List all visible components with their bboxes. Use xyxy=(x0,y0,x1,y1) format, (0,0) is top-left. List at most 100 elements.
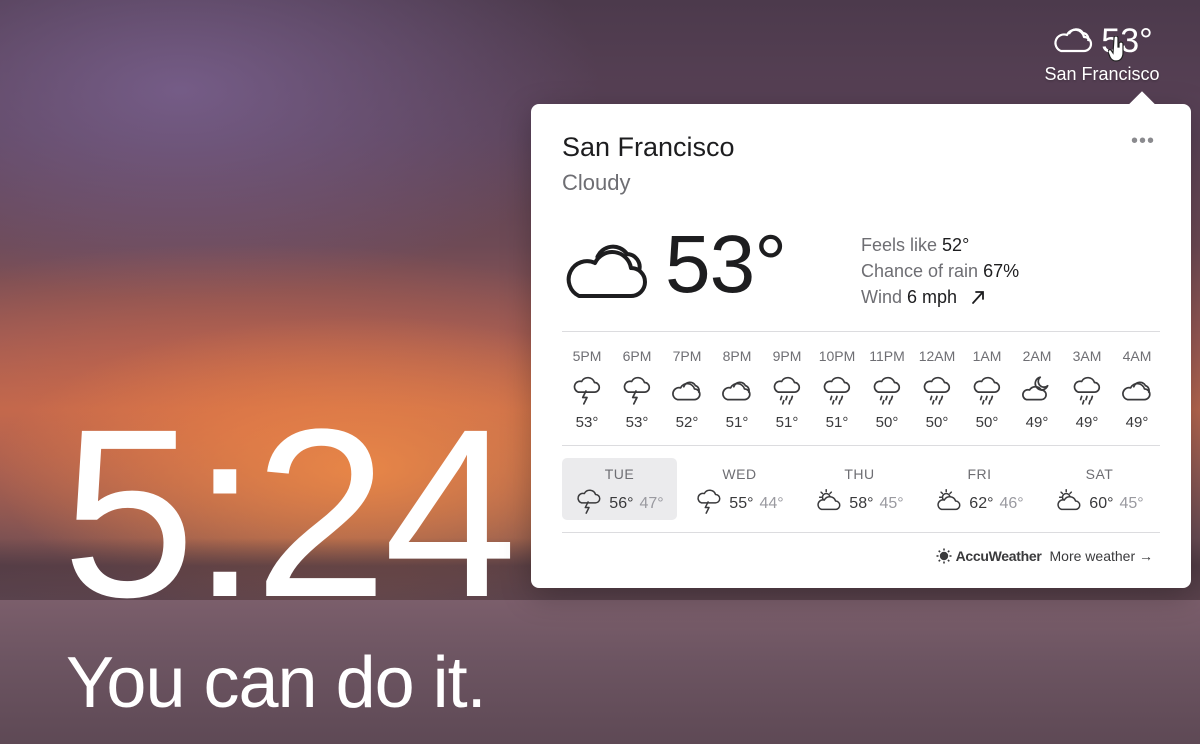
weather-popup: San Francisco Cloudy ••• 53° Feels like … xyxy=(531,91,1191,588)
day-fri[interactable]: FRI 62° 46° xyxy=(922,458,1037,520)
hour-temperature: 49° xyxy=(1125,414,1149,431)
day-low: 45° xyxy=(879,494,904,512)
daily-forecast: TUE 56° 47° WED 55° 44° THU 58° 45° FRI 62° 46° SAT 6… xyxy=(562,458,1162,520)
day-low: 46° xyxy=(999,494,1024,512)
accuweather-label: AccuWeather xyxy=(955,548,1042,564)
weather-city: San Francisco xyxy=(562,132,735,162)
hour-label: 8PM xyxy=(722,348,752,364)
hourly-item: 4AM 49° xyxy=(1112,348,1162,431)
menubar-weather-button[interactable]: 53° San Francisco xyxy=(1032,22,1172,85)
hour-label: 6PM xyxy=(622,348,652,364)
wind-direction-arrow-icon xyxy=(970,286,986,312)
accuweather-sun-icon xyxy=(936,548,952,564)
thunderstorm-icon xyxy=(575,487,603,520)
hour-label: 10PM xyxy=(818,348,856,364)
more-weather-link[interactable]: More weather → xyxy=(1050,548,1153,564)
popup-arrow xyxy=(1129,91,1155,117)
day-high: 60° xyxy=(1089,494,1114,512)
thunderstorm-icon xyxy=(562,372,612,408)
rain-icon xyxy=(1062,372,1112,408)
hour-temperature: 50° xyxy=(925,414,949,431)
hour-temperature: 51° xyxy=(775,414,799,431)
moon-cloud-icon xyxy=(1012,372,1062,408)
partly-sunny-icon xyxy=(935,487,963,520)
hourly-forecast: 5PM 53° 6PM 53° 7PM 52° 8PM 51° 9PM 51° 10PM 51° 11P… xyxy=(562,348,1162,431)
hourly-item: 6PM 53° xyxy=(612,348,662,431)
hour-temperature: 50° xyxy=(975,414,999,431)
day-low: 45° xyxy=(1119,494,1144,512)
hour-label: 11PM xyxy=(869,348,905,364)
feels-like-row: Feels like 52° xyxy=(861,232,1019,258)
hour-temperature: 51° xyxy=(725,414,749,431)
wind-label: Wind xyxy=(861,287,903,307)
day-label: WED xyxy=(722,466,757,482)
feels-like-value: 52° xyxy=(942,235,970,255)
rain-icon xyxy=(912,372,962,408)
hour-temperature: 49° xyxy=(1025,414,1049,431)
weather-condition: Cloudy xyxy=(562,170,631,195)
partly-sunny-icon xyxy=(815,487,843,520)
hour-label: 7PM xyxy=(672,348,702,364)
weather-details: Feels like 52° Chance of rain 67% Wind 6… xyxy=(861,232,1019,312)
hour-temperature: 51° xyxy=(825,414,849,431)
cloud-icon xyxy=(561,230,653,307)
hour-label: 1AM xyxy=(972,348,1002,364)
more-options-button[interactable]: ••• xyxy=(1131,130,1155,153)
hourly-item: 8PM 51° xyxy=(712,348,762,431)
divider xyxy=(562,331,1160,332)
divider xyxy=(562,532,1160,533)
hourly-item: 5PM 53° xyxy=(562,348,612,431)
day-tue[interactable]: TUE 56° 47° xyxy=(562,458,677,520)
rain-icon xyxy=(862,372,912,408)
rain-icon xyxy=(962,372,1012,408)
mantra-text[interactable]: You can do it. xyxy=(66,640,487,726)
hour-label: 4AM xyxy=(1122,348,1152,364)
hour-temperature: 53° xyxy=(625,414,649,431)
day-label: FRI xyxy=(967,466,992,482)
hour-temperature: 52° xyxy=(675,414,699,431)
cloud-icon xyxy=(712,372,762,408)
hour-label: 9PM xyxy=(772,348,802,364)
day-low: 44° xyxy=(759,494,784,512)
hourly-item: 3AM 49° xyxy=(1062,348,1112,431)
weather-footer: AccuWeather More weather → xyxy=(936,548,1153,564)
hour-temperature: 50° xyxy=(875,414,899,431)
day-wed[interactable]: WED 55° 44° xyxy=(682,458,797,520)
rain-chance-label: Chance of rain xyxy=(861,261,979,281)
hour-label: 12AM xyxy=(918,348,956,364)
hour-temperature: 49° xyxy=(1075,414,1099,431)
hour-label: 5PM xyxy=(572,348,602,364)
day-thu[interactable]: THU 58° 45° xyxy=(802,458,917,520)
day-sat[interactable]: SAT 60° 45° xyxy=(1042,458,1157,520)
cloud-icon xyxy=(662,372,712,408)
hourly-item: 7PM 52° xyxy=(662,348,712,431)
wind-row: Wind 6 mph xyxy=(861,284,1019,312)
day-high: 58° xyxy=(849,494,874,512)
hourly-item: 12AM 50° xyxy=(912,348,962,431)
cloud-icon xyxy=(1051,24,1093,59)
hourly-item: 1AM 50° xyxy=(962,348,1012,431)
hour-label: 2AM xyxy=(1022,348,1052,364)
hourly-item: 2AM 49° xyxy=(1012,348,1062,431)
rain-chance-value: 67% xyxy=(983,261,1020,281)
menubar-city: San Francisco xyxy=(1044,64,1160,84)
wind-value: 6 mph xyxy=(907,287,958,307)
feels-like-label: Feels like xyxy=(861,235,938,255)
hourly-item: 10PM 51° xyxy=(812,348,862,431)
thunderstorm-icon xyxy=(695,487,723,520)
thunderstorm-icon xyxy=(612,372,662,408)
accuweather-logo[interactable]: AccuWeather xyxy=(936,548,1042,564)
hourly-item: 9PM 51° xyxy=(762,348,812,431)
divider xyxy=(562,445,1160,446)
hour-temperature: 53° xyxy=(575,414,599,431)
rain-chance-row: Chance of rain 67% xyxy=(861,258,1019,284)
partly-sunny-icon xyxy=(1055,487,1083,520)
day-low: 47° xyxy=(639,494,664,512)
rain-icon xyxy=(812,372,862,408)
day-high: 55° xyxy=(729,494,754,512)
clock-time: 5:24 xyxy=(62,379,517,647)
current-temperature: 53° xyxy=(665,219,787,310)
rain-icon xyxy=(762,372,812,408)
day-label: TUE xyxy=(604,466,635,482)
hand-cursor-icon xyxy=(1108,36,1124,62)
